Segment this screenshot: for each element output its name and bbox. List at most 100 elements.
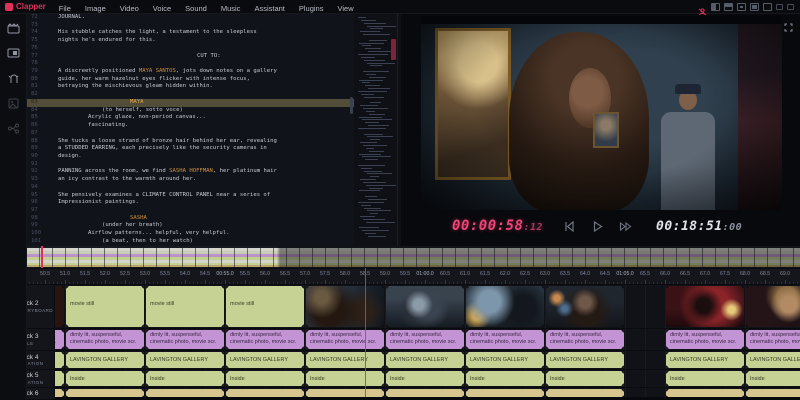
- clip-handle[interactable]: [466, 324, 469, 327]
- screenplay-line[interactable]: 83MAYA: [27, 99, 354, 107]
- clip-handle[interactable]: [546, 324, 549, 327]
- clip-handle[interactable]: [301, 324, 304, 327]
- location-clip[interactable]: LAVINGTON GALLERY: [146, 352, 224, 368]
- clip-handle[interactable]: [381, 346, 384, 349]
- clip-handle[interactable]: [381, 371, 384, 374]
- clip-handle[interactable]: [741, 365, 744, 368]
- clip-handle[interactable]: [621, 383, 624, 386]
- style-clip[interactable]: dimly lit, suspenseful,cinematic photo, …: [466, 330, 544, 349]
- interior-clip[interactable]: Inside: [66, 371, 144, 386]
- app-logo[interactable]: Clapper: [0, 2, 52, 11]
- screenplay-line[interactable]: 80guide, her warm hazelnut eyes flicker …: [27, 76, 354, 84]
- storyboard-clip[interactable]: [666, 286, 744, 327]
- clip-handle[interactable]: [546, 286, 549, 289]
- screenplay-line[interactable]: 86fascinating.: [27, 122, 354, 130]
- clip-handle[interactable]: [541, 365, 544, 368]
- screenplay-line[interactable]: 99(under her breath): [27, 222, 354, 230]
- interior-clip[interactable]: Inside: [146, 371, 224, 386]
- layout-grid-icon[interactable]: [763, 3, 772, 11]
- clip-handle[interactable]: [466, 352, 469, 355]
- clip-handle[interactable]: [666, 324, 669, 327]
- clip-handle[interactable]: [746, 352, 749, 355]
- screenplay-line[interactable]: 101(a beat, then to her watch): [27, 238, 354, 246]
- screenplay-line[interactable]: 98SASHA: [27, 215, 354, 223]
- interior-clip[interactable]: Inside: [466, 371, 544, 386]
- clip-handle[interactable]: [146, 371, 149, 374]
- clip-handle[interactable]: [66, 365, 69, 368]
- screenplay-line[interactable]: 74His stubble catches the light, a testa…: [27, 29, 354, 37]
- screenplay-line[interactable]: 89a STUDDED EARRING, each precisely like…: [27, 145, 354, 153]
- extra-clip[interactable]: [226, 389, 304, 397]
- fast-forward-icon[interactable]: [618, 219, 633, 234]
- menu-item-sound[interactable]: Sound: [178, 4, 214, 13]
- clip-handle[interactable]: [541, 352, 544, 355]
- assistant-icon[interactable]: [7, 72, 20, 85]
- clip-handle[interactable]: [666, 371, 669, 374]
- clip-handle[interactable]: [461, 346, 464, 349]
- storyboard-clip[interactable]: movie still: [146, 286, 224, 327]
- location-clip[interactable]: LAVINGTON GALLERY: [306, 352, 384, 368]
- screenplay-line[interactable]: 100Airflow patterns... helpful, very hel…: [27, 230, 354, 238]
- clip-handle[interactable]: [546, 383, 549, 386]
- script-editor-icon[interactable]: [7, 22, 20, 35]
- clip-handle[interactable]: [541, 383, 544, 386]
- clip-handle[interactable]: [746, 365, 749, 368]
- clip-handle[interactable]: [386, 365, 389, 368]
- clip-handle[interactable]: [746, 383, 749, 386]
- clip-handle[interactable]: [386, 324, 389, 327]
- clip-handle[interactable]: [746, 286, 749, 289]
- screenplay-line[interactable]: 87: [27, 130, 354, 138]
- clip-handle[interactable]: [461, 324, 464, 327]
- style-clip[interactable]: dimly lit, suspenseful,cinematic photo, …: [306, 330, 384, 349]
- clip-handle[interactable]: [621, 365, 624, 368]
- layout-left-panel-icon[interactable]: [711, 3, 720, 11]
- clip-handle[interactable]: [546, 352, 549, 355]
- extra-clip[interactable]: [466, 389, 544, 397]
- clip-handle[interactable]: [461, 365, 464, 368]
- clip-handle[interactable]: [466, 286, 469, 289]
- timeline-playhead[interactable]: [365, 268, 366, 397]
- clip-handle[interactable]: [621, 346, 624, 349]
- clip-handle[interactable]: [541, 324, 544, 327]
- clip-handle[interactable]: [461, 352, 464, 355]
- clip-handle[interactable]: [141, 346, 144, 349]
- clip-handle[interactable]: [301, 383, 304, 386]
- style-clip[interactable]: dimly lit, suspenseful,cinematic photo, …: [226, 330, 304, 349]
- clip-handle[interactable]: [66, 389, 69, 392]
- clip-handle[interactable]: [61, 346, 64, 349]
- clip-handle[interactable]: [226, 371, 229, 374]
- clip-handle[interactable]: [466, 389, 469, 392]
- clip-handle[interactable]: [221, 371, 224, 374]
- clip-handle[interactable]: [541, 286, 544, 289]
- screenplay-line[interactable]: 96Impressionist paintings.: [27, 199, 354, 207]
- clip-handle[interactable]: [741, 371, 744, 374]
- clip-handle[interactable]: [66, 324, 69, 327]
- clip-handle[interactable]: [386, 286, 389, 289]
- clip-handle[interactable]: [141, 371, 144, 374]
- clip-handle[interactable]: [66, 371, 69, 374]
- clip-handle[interactable]: [741, 352, 744, 355]
- screenplay-line[interactable]: 82: [27, 91, 354, 99]
- menu-item-file[interactable]: File: [52, 4, 78, 13]
- screenplay-line[interactable]: 75nights he's endured for this.: [27, 37, 354, 45]
- clip-handle[interactable]: [61, 383, 64, 386]
- window-minimize-icon[interactable]: [787, 4, 794, 10]
- extra-clip[interactable]: [746, 389, 800, 397]
- clip-handle[interactable]: [541, 346, 544, 349]
- clip-handle[interactable]: [61, 371, 64, 374]
- clip-handle[interactable]: [621, 389, 624, 392]
- clip-handle[interactable]: [466, 365, 469, 368]
- clip-handle[interactable]: [141, 365, 144, 368]
- clip-handle[interactable]: [666, 286, 669, 289]
- location-clip[interactable]: LAVINGTON GALLERY: [466, 352, 544, 368]
- clip-handle[interactable]: [141, 352, 144, 355]
- clip-handle[interactable]: [226, 389, 229, 392]
- clip-handle[interactable]: [146, 324, 149, 327]
- clip-handle[interactable]: [461, 389, 464, 392]
- clip-handle[interactable]: [546, 365, 549, 368]
- workflow-nodes-icon[interactable]: [7, 122, 20, 135]
- clip-handle[interactable]: [61, 286, 64, 289]
- storyboard-clip[interactable]: [746, 286, 800, 327]
- clip-handle[interactable]: [141, 389, 144, 392]
- extra-clip[interactable]: [146, 389, 224, 397]
